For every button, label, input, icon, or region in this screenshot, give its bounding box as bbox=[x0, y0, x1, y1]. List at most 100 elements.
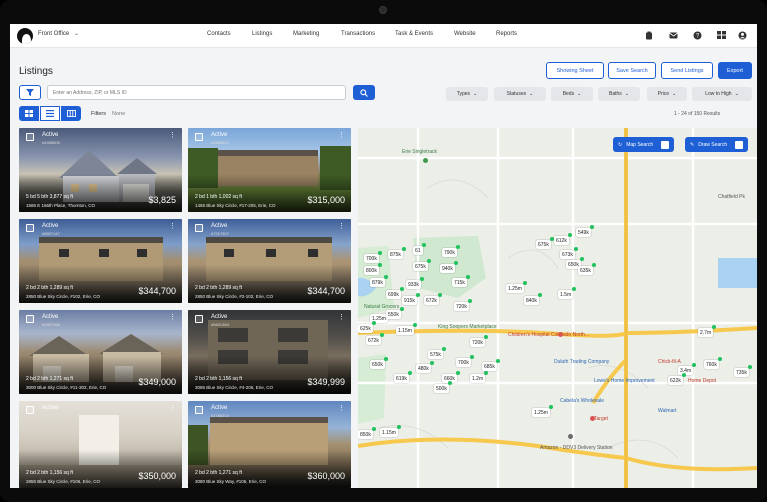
listing-card[interactable]: Active #1786212 ⋮ 2 bd 2 bth 1,271 sq ft… bbox=[188, 401, 351, 488]
price-dropdown[interactable]: Price ⌄ bbox=[647, 87, 687, 101]
price-pin[interactable]: 550k bbox=[386, 307, 404, 319]
price-pin[interactable]: 480k bbox=[416, 361, 434, 373]
nav-contacts[interactable]: Contacts bbox=[207, 31, 231, 37]
statuses-dropdown[interactable]: Statuses ⌄ bbox=[494, 87, 546, 101]
price-pin[interactable]: 61 bbox=[413, 243, 426, 255]
map-search-checkbox[interactable] bbox=[661, 140, 670, 149]
price-pin[interactable]: 1.25m bbox=[506, 281, 527, 293]
warehouse-marker-icon[interactable] bbox=[568, 434, 573, 439]
price-pin[interactable]: 635k bbox=[578, 263, 596, 275]
price-pin[interactable]: 500k bbox=[434, 381, 452, 393]
price-pin[interactable]: 675k bbox=[413, 259, 431, 271]
more-options-icon[interactable]: ⋮ bbox=[338, 132, 345, 139]
listing-card[interactable]: Active #3414903 ⋮ 2 bd 2 bth 1,156 sq ft… bbox=[19, 401, 182, 488]
map-place-label[interactable]: Chatfield Pk bbox=[718, 194, 745, 200]
split-view-button[interactable] bbox=[61, 106, 81, 121]
price-pin[interactable]: 672k bbox=[424, 293, 442, 305]
map-place-label[interactable]: Duluth Trading Company bbox=[554, 359, 609, 365]
more-options-icon[interactable]: ⋮ bbox=[338, 314, 345, 321]
more-options-icon[interactable]: ⋮ bbox=[169, 314, 176, 321]
export-button[interactable]: Export bbox=[718, 62, 752, 79]
save-search-button[interactable]: Save Search bbox=[608, 62, 656, 79]
more-options-icon[interactable]: ⋮ bbox=[169, 132, 176, 139]
price-pin[interactable]: 735k bbox=[734, 365, 752, 377]
more-options-icon[interactable]: ⋮ bbox=[338, 223, 345, 230]
price-pin[interactable]: 720k bbox=[470, 335, 488, 347]
map-place-label[interactable]: Lowe's Home Improvement bbox=[594, 378, 655, 384]
org-name[interactable]: Front Office bbox=[38, 31, 69, 37]
select-checkbox[interactable] bbox=[26, 406, 34, 414]
price-pin[interactable]: 673k bbox=[560, 247, 578, 259]
brand-logo-icon[interactable] bbox=[17, 28, 33, 44]
listing-card[interactable]: Active #7217907 ⋮ 2 bd 2 bth 1,289 sq ft… bbox=[188, 219, 351, 303]
price-pin[interactable]: 875k bbox=[388, 247, 406, 259]
map-place-label[interactable]: Home Depot bbox=[688, 378, 716, 384]
filter-toggle-button[interactable] bbox=[19, 85, 41, 100]
sort-dropdown[interactable]: Low to High ⌄ bbox=[692, 87, 752, 101]
select-checkbox[interactable] bbox=[195, 224, 203, 232]
price-pin[interactable]: 879k bbox=[370, 275, 388, 287]
price-pin[interactable]: 625k bbox=[358, 321, 376, 333]
nav-listings[interactable]: Listings bbox=[252, 31, 272, 37]
select-checkbox[interactable] bbox=[195, 315, 203, 323]
map-place-label[interactable]: Walmart bbox=[658, 408, 676, 414]
map-place-label[interactable]: Target bbox=[594, 416, 608, 422]
price-pin[interactable]: 940k bbox=[440, 261, 458, 273]
more-options-icon[interactable]: ⋮ bbox=[338, 405, 345, 412]
beds-dropdown[interactable]: Beds ⌄ bbox=[551, 87, 593, 101]
listing-card[interactable]: Active #5807147 ⋮ 2 bd 2 bth 1,289 sq ft… bbox=[19, 219, 182, 303]
draw-search-button[interactable]: ✎ Draw Search bbox=[685, 137, 749, 152]
hospital-marker-icon[interactable] bbox=[558, 332, 563, 337]
price-pin[interactable]: 575k bbox=[428, 347, 446, 359]
select-checkbox[interactable] bbox=[195, 133, 203, 141]
price-pin[interactable]: 685k bbox=[482, 359, 500, 371]
price-pin[interactable]: 622k bbox=[668, 373, 686, 385]
nav-marketing[interactable]: Marketing bbox=[293, 31, 319, 37]
price-pin[interactable]: 699k bbox=[386, 287, 404, 299]
park-marker-icon[interactable] bbox=[423, 158, 428, 163]
price-pin[interactable]: 790k bbox=[442, 245, 460, 257]
map-place-label[interactable]: King Soopers Marketplace bbox=[438, 324, 497, 330]
list-view-button[interactable] bbox=[40, 106, 60, 121]
showing-sheet-button[interactable]: Showing Sheet bbox=[546, 62, 604, 79]
listings-map[interactable]: Erie Singletrack Natural Grocers King So… bbox=[358, 128, 757, 488]
price-pin[interactable]: 1.15m bbox=[380, 425, 401, 437]
price-pin[interactable]: 915k bbox=[402, 293, 420, 305]
listing-card[interactable]: Active #4584512 ⋮ 2 bd 1 bth 1,002 sq ft… bbox=[188, 128, 351, 212]
price-pin[interactable]: 933k bbox=[406, 277, 424, 289]
types-dropdown[interactable]: Types ⌄ bbox=[446, 87, 488, 101]
select-checkbox[interactable] bbox=[26, 224, 34, 232]
nav-transactions[interactable]: Transactions bbox=[341, 31, 375, 37]
search-input[interactable] bbox=[47, 85, 346, 100]
more-options-icon[interactable]: ⋮ bbox=[169, 223, 176, 230]
baths-dropdown[interactable]: Baths ⌄ bbox=[598, 87, 640, 101]
price-pin[interactable]: 672k bbox=[366, 333, 384, 345]
chevron-down-icon[interactable]: ⌄ bbox=[74, 30, 79, 37]
nav-website[interactable]: Website bbox=[454, 31, 476, 37]
send-listings-button[interactable]: Send Listings bbox=[661, 62, 713, 79]
map-search-button[interactable]: ↻ Map Search bbox=[613, 137, 675, 152]
select-checkbox[interactable] bbox=[26, 133, 34, 141]
listing-card[interactable]: Active #5601384 ⋮ 2 bd 2 bth 1,156 sq ft… bbox=[188, 310, 351, 394]
grid-view-button[interactable] bbox=[19, 106, 39, 121]
store-marker-icon[interactable] bbox=[590, 416, 595, 421]
price-pin[interactable]: 700k bbox=[364, 251, 382, 263]
map-place-label[interactable]: Cabela's Wholesale bbox=[560, 398, 604, 404]
price-pin[interactable]: 612k bbox=[554, 233, 572, 245]
map-place-label[interactable]: Erie Singletrack bbox=[402, 149, 437, 155]
map-place-label[interactable]: Chick-fil-A bbox=[658, 359, 681, 365]
price-pin[interactable]: 800k bbox=[364, 263, 382, 275]
price-pin[interactable]: 619k bbox=[394, 371, 412, 383]
select-checkbox[interactable] bbox=[26, 315, 34, 323]
price-pin[interactable]: 1.25m bbox=[532, 405, 553, 417]
price-pin[interactable]: 720k bbox=[454, 299, 472, 311]
listing-card[interactable]: Active #4468606 ⋮ 5 bd 5 bth 3,877 sq ft… bbox=[19, 128, 182, 212]
price-pin[interactable]: 715k bbox=[452, 275, 470, 287]
more-options-icon[interactable]: ⋮ bbox=[169, 405, 176, 412]
draw-search-checkbox[interactable] bbox=[735, 140, 744, 149]
listing-card[interactable]: Active #3957268 ⋮ 2 bd 2 bth 1,271 sq ft… bbox=[19, 310, 182, 394]
price-pin[interactable]: 700k bbox=[456, 355, 474, 367]
nav-reports[interactable]: Reports bbox=[496, 31, 517, 37]
search-button[interactable] bbox=[353, 85, 375, 100]
select-checkbox[interactable] bbox=[195, 406, 203, 414]
